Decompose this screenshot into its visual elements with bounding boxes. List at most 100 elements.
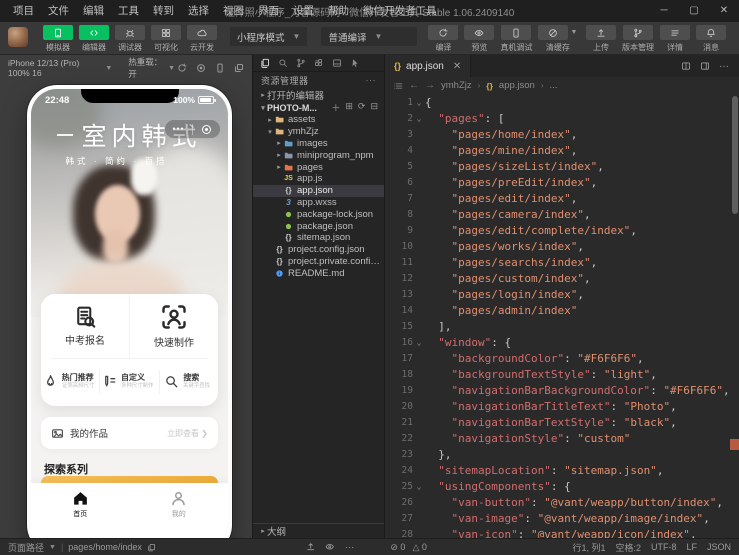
code-line[interactable]: 5 "pages/sizeList/index",: [385, 159, 739, 175]
menu-帮助[interactable]: 帮助: [321, 0, 356, 22]
menu-微信开发者工具[interactable]: 微信开发者工具: [356, 0, 444, 22]
close-tab-icon[interactable]: ✕: [453, 61, 461, 72]
outline-section[interactable]: ▸大纲: [253, 523, 384, 538]
code-line[interactable]: 22 "navigationStyle": "custom": [385, 431, 739, 447]
fold-icon[interactable]: ⌄: [413, 95, 425, 111]
more-actions-icon[interactable]: ···: [366, 75, 377, 85]
miniprogram-capsule[interactable]: ●●●: [164, 119, 221, 139]
copy-icon[interactable]: [147, 543, 156, 552]
status-item[interactable]: LF: [686, 542, 697, 552]
nav-back-icon[interactable]: ←: [409, 80, 419, 91]
toolbar-button-清缓存[interactable]: ▼清缓存: [538, 25, 577, 53]
tree-item-sitemap.json[interactable]: {}sitemap.json: [253, 232, 384, 244]
upload-icon[interactable]: [306, 542, 316, 552]
toolbar-button-云开发[interactable]: 云开发: [187, 25, 217, 53]
tree-item-package-lock.json[interactable]: package-lock.json: [253, 208, 384, 220]
extensions-icon[interactable]: [314, 58, 324, 68]
mode-select[interactable]: 小程序模式▼: [230, 27, 307, 46]
code-line[interactable]: 28 "van-icon": "@vant/weapp/icon/index",: [385, 527, 739, 538]
code-line[interactable]: 20 "navigationBarTitleText": "Photo",: [385, 399, 739, 415]
close-button[interactable]: ✕: [709, 0, 739, 22]
code-line[interactable]: 4 "pages/mine/index",: [385, 143, 739, 159]
quick-create[interactable]: 快速制作: [129, 294, 218, 358]
panel-icon[interactable]: [332, 58, 342, 68]
code-line[interactable]: 25⌄ "usingComponents": {: [385, 479, 739, 495]
code-line[interactable]: 3 "pages/home/index",: [385, 127, 739, 143]
code-line[interactable]: 9 "pages/edit/complete/index",: [385, 223, 739, 239]
tree-item-assets[interactable]: ▸assets: [253, 114, 384, 126]
toolbar-button-调试器[interactable]: 调试器: [115, 25, 145, 53]
view-now-link[interactable]: 立即查看 ❯: [167, 428, 208, 439]
new-folder-icon[interactable]: ⊞: [345, 101, 353, 114]
code-line[interactable]: 26 "van-button": "@vant/weapp/button/ind…: [385, 495, 739, 511]
entry-exam-signup[interactable]: 中考报名: [41, 294, 129, 358]
menu-转到[interactable]: 转到: [146, 0, 181, 22]
chevron-down-icon[interactable]: ▼: [570, 29, 577, 36]
code-editor[interactable]: 1⌄{2⌄ "pages": [3 "pages/home/index",4 "…: [385, 94, 739, 538]
code-line[interactable]: 11 "pages/searchs/index",: [385, 255, 739, 271]
problems-indicator[interactable]: ⊘ 0 △ 0: [390, 542, 427, 553]
breadcrumb-file[interactable]: app.json: [499, 80, 535, 91]
more-actions-icon[interactable]: ···: [719, 61, 729, 72]
code-line[interactable]: 7 "pages/edit/index",: [385, 191, 739, 207]
code-line[interactable]: 8 "pages/camera/index",: [385, 207, 739, 223]
toolbar-button-消息[interactable]: 消息: [696, 25, 726, 53]
tree-item-pages[interactable]: ▸pages: [253, 161, 384, 173]
tree-item-app.json[interactable]: {}app.json: [253, 185, 384, 197]
source-control-icon[interactable]: [296, 58, 306, 68]
device-icon[interactable]: [215, 63, 225, 73]
more-icon[interactable]: ···: [345, 542, 355, 553]
toolbar-button-版本管理[interactable]: 版本管理: [622, 25, 654, 53]
code-line[interactable]: 19 "navigationBarBackgroundColor": "#F6F…: [385, 383, 739, 399]
tree-item-ymhZjz[interactable]: ▾ymhZjz: [253, 126, 384, 138]
split-editor-icon[interactable]: [681, 61, 691, 71]
status-item[interactable]: 空格:2: [615, 541, 641, 554]
record-icon[interactable]: [196, 63, 206, 73]
status-item[interactable]: JSON: [707, 542, 731, 552]
tree-item-package.json[interactable]: package.json: [253, 220, 384, 232]
menu-视图[interactable]: 视图: [216, 0, 251, 22]
toolbar-button-详情[interactable]: 详情: [660, 25, 690, 53]
search-entry[interactable]: 搜索 关键字查找: [159, 370, 218, 394]
hot-recommend[interactable]: 热门推荐 证照高频尺寸: [41, 373, 99, 391]
toolbar-button-预览[interactable]: 预览: [464, 25, 494, 53]
toolbar-button-上传[interactable]: 上传: [586, 25, 616, 53]
code-line[interactable]: 2⌄ "pages": [: [385, 111, 739, 127]
code-line[interactable]: 14 "pages/admin/index": [385, 303, 739, 319]
editor-scrollbar[interactable]: [730, 94, 739, 538]
code-line[interactable]: 10 "pages/works/index",: [385, 239, 739, 255]
windows-icon[interactable]: [234, 63, 244, 73]
page-path-selector[interactable]: 页面路径: [8, 541, 44, 554]
toolbar-button-真机调试[interactable]: 真机调试: [500, 25, 532, 53]
status-item[interactable]: 行1, 列1: [572, 541, 605, 554]
code-line[interactable]: 18 "backgroundTextStyle": "light",: [385, 367, 739, 383]
list-icon[interactable]: [393, 81, 403, 91]
menu-工具[interactable]: 工具: [111, 0, 146, 22]
menu-项目[interactable]: 项目: [6, 0, 41, 22]
code-line[interactable]: 1⌄{: [385, 95, 739, 111]
layout-icon[interactable]: [700, 61, 710, 71]
new-file-icon[interactable]: ＋: [331, 101, 340, 114]
tab-mine[interactable]: 我的: [130, 483, 229, 538]
tab-app-json[interactable]: {} app.json ✕: [385, 55, 471, 77]
code-line[interactable]: 17 "backgroundColor": "#F6F6F6",: [385, 351, 739, 367]
fold-icon[interactable]: ⌄: [413, 111, 425, 127]
menu-选择[interactable]: 选择: [181, 0, 216, 22]
toolbar-button-编辑器[interactable]: 编辑器: [79, 25, 109, 53]
code-line[interactable]: 24 "sitemapLocation": "sitemap.json",: [385, 463, 739, 479]
code-line[interactable]: 12 "pages/custom/index",: [385, 271, 739, 287]
files-icon[interactable]: [260, 58, 270, 68]
tree-item-README.md[interactable]: iREADME.md: [253, 267, 384, 279]
eye-icon[interactable]: [325, 542, 335, 552]
user-avatar[interactable]: [8, 27, 28, 47]
code-line[interactable]: 15 ],: [385, 319, 739, 335]
code-line[interactable]: 23 },: [385, 447, 739, 463]
tree-item-app.js[interactable]: JSapp.js: [253, 173, 384, 185]
breadcrumb-folder[interactable]: ymhZjz: [441, 80, 472, 91]
code-line[interactable]: 6 "pages/preEdit/index",: [385, 175, 739, 191]
refresh-icon[interactable]: ⟳: [358, 101, 366, 114]
maximize-button[interactable]: ▢: [679, 0, 709, 22]
status-item[interactable]: UTF-8: [651, 542, 677, 552]
custom-size[interactable]: 自定义 多种尺寸制作: [99, 370, 158, 394]
search-icon[interactable]: [278, 58, 288, 68]
